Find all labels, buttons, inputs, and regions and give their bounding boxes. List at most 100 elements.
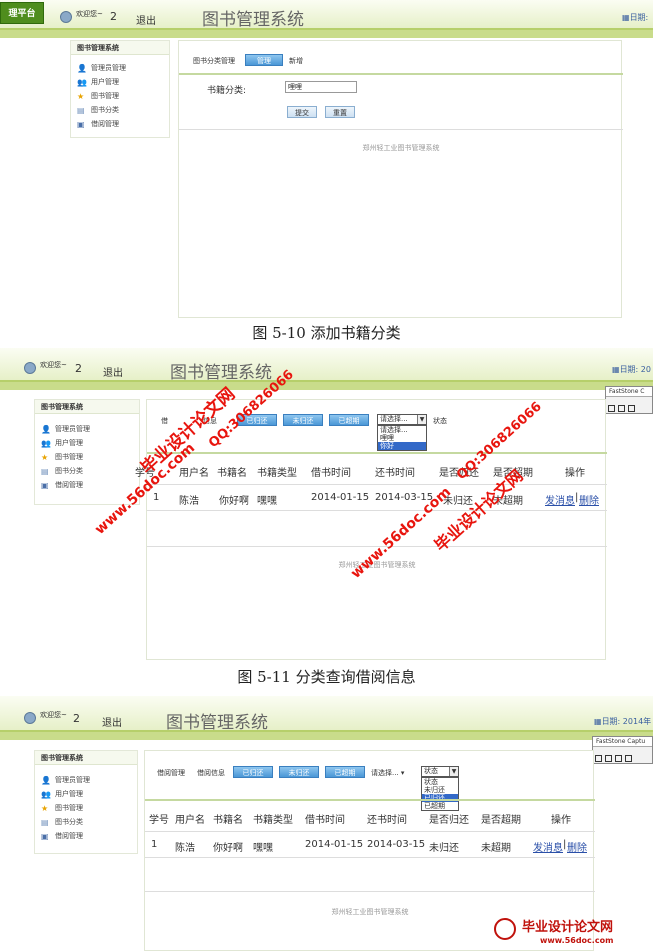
region-icon[interactable] <box>628 405 635 412</box>
date-label: ▦日期: <box>622 13 649 22</box>
faststone-title: FastStone C <box>606 387 652 397</box>
returned-button[interactable]: 已归还 <box>233 766 273 778</box>
app-title: 图书管理系统 <box>166 713 268 733</box>
sidebar-item-category[interactable]: ▤ 图书分类 <box>35 815 137 829</box>
cell-id: 1 <box>151 839 158 850</box>
status-select[interactable]: 状态 ▼ <box>421 766 459 777</box>
divider <box>147 510 607 511</box>
sidebar-header: 图书管理系统 <box>35 751 137 765</box>
dropdown-option[interactable]: 哩哩 <box>378 434 426 442</box>
col-header-borrow-time: 借书时间 <box>305 815 345 826</box>
category-field-label: 书籍分类: <box>207 86 247 96</box>
col-header-type: 书籍类型 <box>257 468 297 479</box>
faststone-toolbar[interactable]: FastStone C <box>605 386 653 414</box>
col-header-actions: 操作 <box>551 815 571 826</box>
col-header-book: 书籍名 <box>213 815 243 826</box>
sidebar-item-category[interactable]: ▤ 图书分类 <box>71 103 169 117</box>
submit-button[interactable]: 提交 <box>287 106 317 118</box>
region-icon[interactable] <box>615 755 622 762</box>
borrow-icon: ▣ <box>77 120 85 129</box>
col-header-type: 书籍类型 <box>253 815 293 826</box>
col-header-user: 用户名 <box>175 815 205 826</box>
sidebar-item-user[interactable]: 👥 用户管理 <box>35 787 137 801</box>
sidebar-item-admin[interactable]: 👤 管理员管理 <box>71 61 169 75</box>
action-separator: | <box>575 492 579 503</box>
sidebar-item-label: 图书分类 <box>91 106 119 114</box>
category-icon: ▤ <box>41 818 49 827</box>
sidebar-item-label: 图书管理 <box>55 804 83 812</box>
logout-link[interactable]: 退出 <box>102 714 122 729</box>
sidebar-item-label: 图书分类 <box>55 818 83 826</box>
sidebar-item-user[interactable]: 👥 用户管理 <box>71 75 169 89</box>
cell-user: 陈浩 <box>175 843 195 854</box>
delete-link[interactable]: 删除 <box>579 492 599 507</box>
col-header-overdue: 是否超期 <box>481 815 521 826</box>
calendar-icon: ▦ <box>594 717 602 726</box>
status-dropdown[interactable]: 状态 未归还 已归还 已超期 <box>421 777 459 811</box>
dropdown-option[interactable]: 状态 <box>422 778 458 786</box>
category-dropdown[interactable]: 请选择... 哩哩 你好 <box>377 425 427 451</box>
sidebar-item-user[interactable]: 👥 用户管理 <box>35 436 139 450</box>
sidebar-item-borrow[interactable]: ▣ 借阅管理 <box>35 478 139 492</box>
figure-caption: 图 5-11 分类查询借阅信息 <box>237 668 416 686</box>
add-link[interactable]: 新增 <box>289 56 303 66</box>
logo: 理平台 <box>0 2 44 24</box>
sidebar-item-borrow[interactable]: ▣ 借阅管理 <box>35 829 137 843</box>
window-icon[interactable] <box>595 755 602 762</box>
sidebar-item-label: 借阅管理 <box>55 481 83 489</box>
not-returned-button[interactable]: 未归还 <box>283 414 323 426</box>
admin-icon: 👤 <box>41 425 51 434</box>
capture-icon[interactable] <box>618 405 625 412</box>
logout-link[interactable]: 退出 <box>103 364 123 379</box>
sidebar-item-books[interactable]: ★ 图书管理 <box>35 450 139 464</box>
welcome-text: 欢迎您~ <box>40 711 67 719</box>
dropdown-option[interactable]: 未归还 <box>422 786 458 794</box>
admin-icon: 👤 <box>41 776 51 785</box>
logout-link[interactable]: 退出 <box>136 12 156 27</box>
overdue-button[interactable]: 已超期 <box>325 766 365 778</box>
sidebar-item-label: 用户管理 <box>55 439 83 447</box>
cell-user: 陈浩 <box>179 496 199 507</box>
action-separator: | <box>563 839 567 850</box>
category-select[interactable]: 请选择... ▾ <box>371 768 404 778</box>
sidebar-item-admin[interactable]: 👤 管理员管理 <box>35 773 137 787</box>
dropdown-option[interactable]: 已超期 <box>422 802 458 810</box>
delete-link[interactable]: 删除 <box>567 839 587 854</box>
capture-icon[interactable] <box>605 755 612 762</box>
category-icon: ▤ <box>77 106 85 115</box>
star-icon: ★ <box>41 453 49 462</box>
sidebar-item-label: 借阅管理 <box>55 832 83 840</box>
star-icon: ★ <box>77 92 85 101</box>
status-select[interactable]: 状态 <box>433 416 447 426</box>
screenshot-query-borrow: 欢迎您~ 2 退出 图书管理系统 ▦日期: 20 FastStone C 图书管… <box>0 348 653 660</box>
manage-button[interactable]: 管理 <box>245 54 283 66</box>
divider <box>145 799 595 801</box>
date-label: ▦日期: 2014年 <box>594 717 652 726</box>
window-icon[interactable] <box>608 405 615 412</box>
dropdown-option[interactable]: 请选择... <box>378 426 426 434</box>
app-title: 图书管理系统 <box>170 363 272 383</box>
col-header-returned: 是否归还 <box>429 815 469 826</box>
chevron-down-icon: ▼ <box>417 415 426 424</box>
not-returned-button[interactable]: 未归还 <box>279 766 319 778</box>
faststone-toolbar[interactable]: FastStone Captu <box>592 736 653 764</box>
sidebar-item-books[interactable]: ★ 图书管理 <box>71 89 169 103</box>
freehand-icon[interactable] <box>625 755 632 762</box>
sidebar-item-category[interactable]: ▤ 图书分类 <box>35 464 139 478</box>
send-message-link[interactable]: 发消息 <box>545 492 575 507</box>
divider <box>145 857 595 858</box>
overdue-button[interactable]: 已超期 <box>329 414 369 426</box>
reset-button[interactable]: 重置 <box>325 106 355 118</box>
send-message-link[interactable]: 发消息 <box>533 839 563 854</box>
sidebar-header: 图书管理系统 <box>71 41 169 55</box>
welcome-text: 欢迎您~ <box>40 361 67 369</box>
breadcrumb-1: 借 <box>161 417 168 425</box>
sidebar-item-books[interactable]: ★ 图书管理 <box>35 801 137 815</box>
sidebar-item-borrow[interactable]: ▣ 借阅管理 <box>71 117 169 131</box>
app-title: 图书管理系统 <box>202 10 304 30</box>
category-input[interactable]: 哩哩 <box>285 81 357 93</box>
sidebar-item-label: 图书分类 <box>55 467 83 475</box>
dropdown-option-selected[interactable]: 你好 <box>378 442 426 450</box>
category-select[interactable]: 请选择... ▼ <box>377 414 427 425</box>
sidebar-item-admin[interactable]: 👤 管理员管理 <box>35 422 139 436</box>
